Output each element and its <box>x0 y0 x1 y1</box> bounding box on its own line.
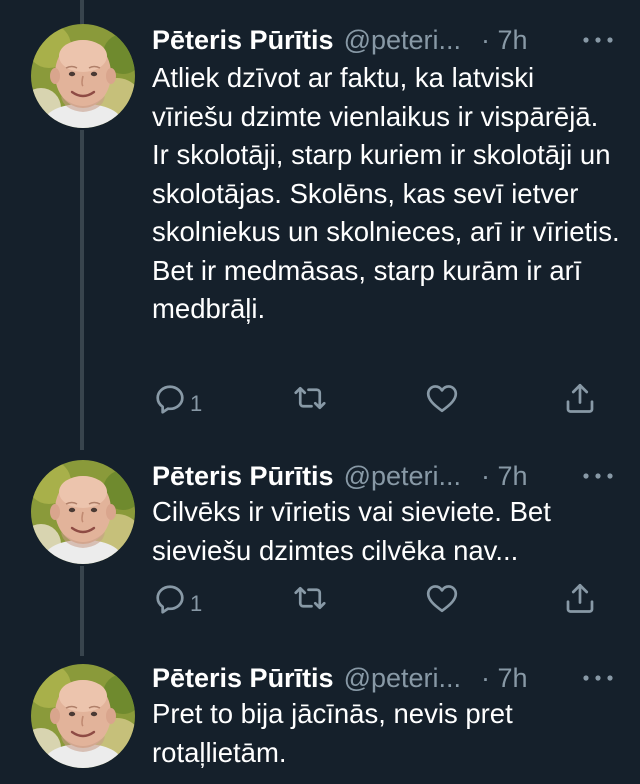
retweet-icon <box>292 380 328 421</box>
reply-icon <box>152 580 188 621</box>
tweet-actions: 1 <box>152 380 612 420</box>
more-icon[interactable] <box>578 28 618 52</box>
timestamp[interactable]: · 7h <box>481 663 528 694</box>
tweet-text: Cilvēks ir vīrietis vai sieviete. Bet si… <box>152 496 551 566</box>
tweet-2[interactable]: Pēteris Pūrītis @peteri... · 7h Cilvēks … <box>0 440 640 656</box>
avatar[interactable] <box>31 24 135 128</box>
like-icon <box>424 380 460 421</box>
retweet-icon <box>292 580 328 621</box>
share-icon <box>562 380 598 421</box>
reply-count: 1 <box>190 391 203 416</box>
like-button[interactable] <box>424 580 460 620</box>
author-handle[interactable]: @peteri... <box>344 461 461 492</box>
tweet-text: Atliek dzīvot ar faktu, ka latviski vīri… <box>152 62 620 324</box>
timestamp[interactable]: · 7h <box>481 25 528 56</box>
timestamp[interactable]: · 7h <box>481 461 528 492</box>
share-icon <box>562 580 598 621</box>
more-icon[interactable] <box>578 464 618 488</box>
author-name[interactable]: Pēteris Pūrītis <box>152 461 334 492</box>
tweet-header: Pēteris Pūrītis @peteri... · 7h <box>152 658 618 698</box>
retweet-button[interactable] <box>292 580 328 620</box>
tweet-header: Pēteris Pūrītis @peteri... · 7h <box>152 20 618 60</box>
reply-button[interactable]: 1 <box>152 380 202 420</box>
share-button[interactable] <box>562 580 598 620</box>
more-icon[interactable] <box>578 666 618 690</box>
reply-icon <box>152 380 188 421</box>
reply-button[interactable]: 1 <box>152 580 202 620</box>
tweet-header: Pēteris Pūrītis @peteri... · 7h <box>152 456 618 496</box>
avatar[interactable] <box>31 460 135 564</box>
avatar[interactable] <box>31 664 135 768</box>
reply-count: 1 <box>190 591 203 616</box>
tweet-3[interactable]: Pēteris Pūrītis @peteri... · 7h Pret to … <box>0 656 640 784</box>
author-handle[interactable]: @peteri... <box>344 663 461 694</box>
tweet-1[interactable]: Pēteris Pūrītis @peteri... · 7h Atliek d… <box>0 0 640 440</box>
author-name[interactable]: Pēteris Pūrītis <box>152 663 334 694</box>
author-handle[interactable]: @peteri... <box>344 25 461 56</box>
like-button[interactable] <box>424 380 460 420</box>
tweet-actions: 1 <box>152 580 612 620</box>
tweet-text: Pret to bija jācīnās, nevis pret rotaļli… <box>152 698 513 768</box>
like-icon <box>424 580 460 621</box>
author-name[interactable]: Pēteris Pūrītis <box>152 25 334 56</box>
retweet-button[interactable] <box>292 380 328 420</box>
share-button[interactable] <box>562 380 598 420</box>
